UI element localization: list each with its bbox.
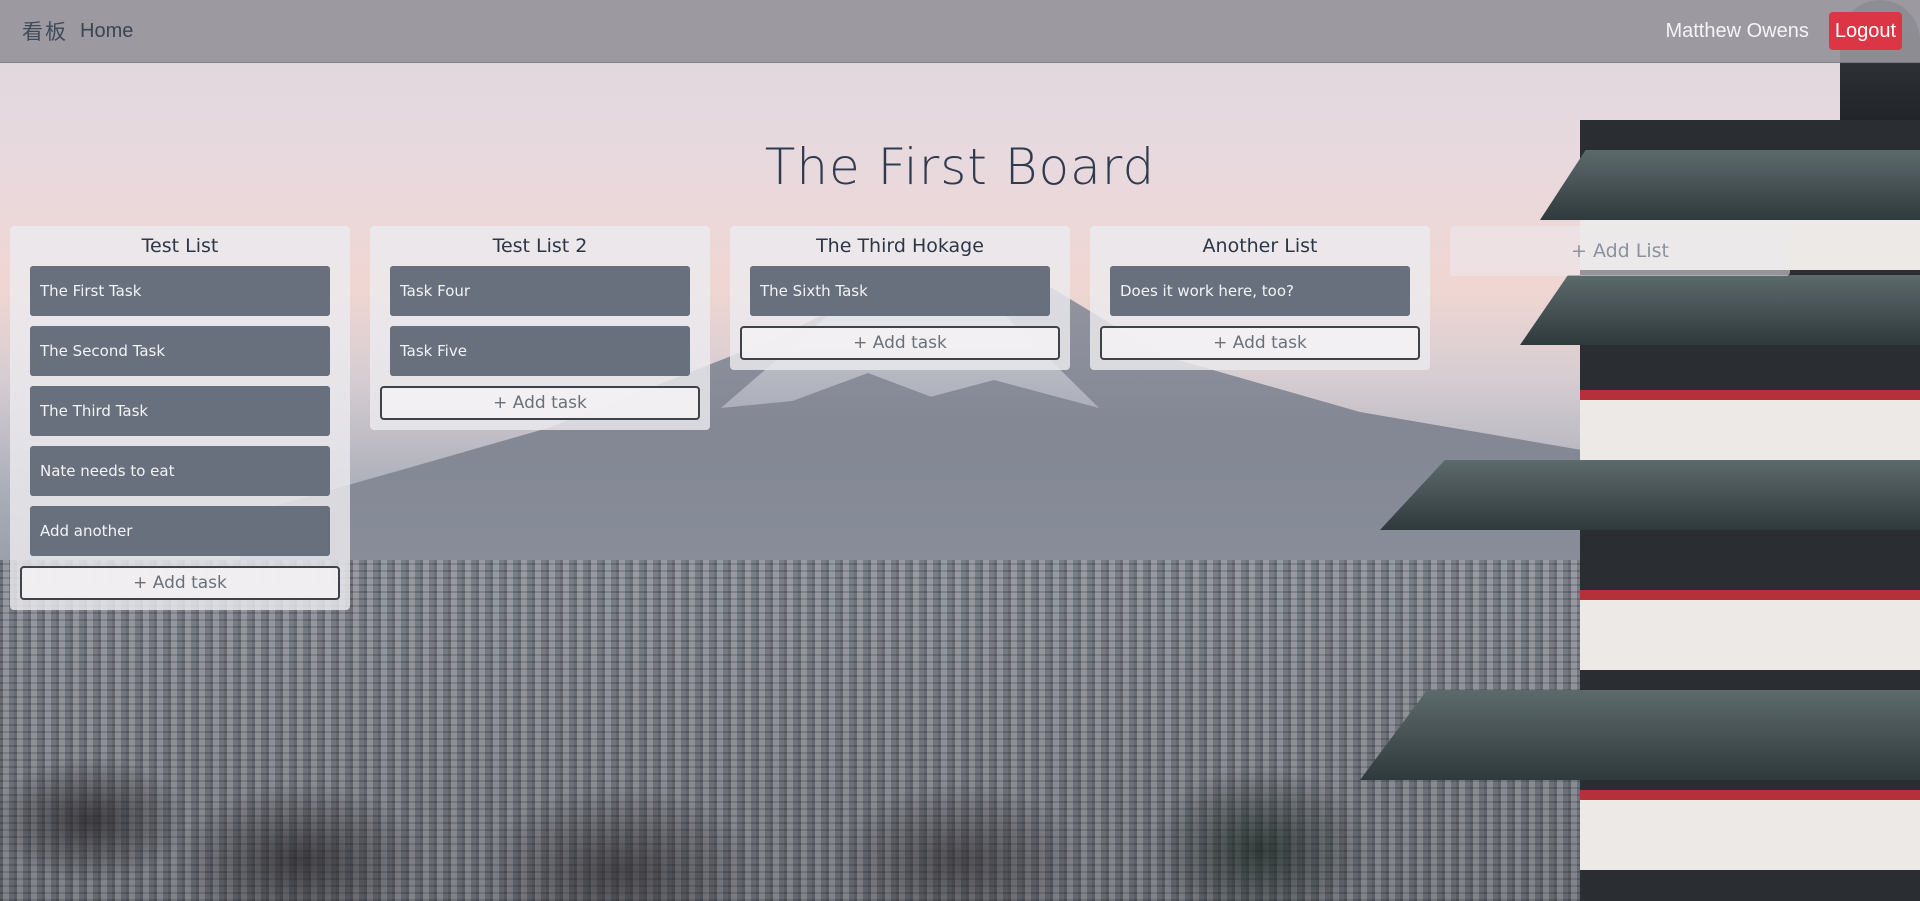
task-label: The Sixth Task (760, 282, 868, 300)
add-task-button[interactable]: + Add task (740, 326, 1060, 360)
task-label: Task Five (400, 342, 467, 360)
list-card: The Third Hokage The Sixth Task + Add ta… (730, 226, 1070, 370)
task-card[interactable]: Task Four (390, 266, 690, 316)
lists-container: Test List The First Task The Second Task… (10, 226, 1790, 610)
task-label: The First Task (40, 282, 142, 300)
add-task-button[interactable]: + Add task (1100, 326, 1420, 360)
home-link[interactable]: 看板 Home (22, 16, 133, 46)
task-label: Add another (40, 522, 133, 540)
list-card: Test List 2 Task Four Task Five + Add ta… (370, 226, 710, 430)
brand-logo: 看板 (22, 20, 68, 44)
add-task-button[interactable]: + Add task (380, 386, 700, 420)
list-card: Test List The First Task The Second Task… (10, 226, 350, 610)
board-title: The First Board (764, 138, 1156, 196)
task-card[interactable]: Add another (30, 506, 330, 556)
task-card[interactable]: Nate needs to eat (30, 446, 330, 496)
list-title: Test List 2 (492, 235, 588, 257)
task-label: The Second Task (40, 342, 166, 360)
list-card: Another List Does it work here, too? + A… (1090, 226, 1430, 370)
add-task-button[interactable]: + Add task (20, 566, 340, 600)
list-title: Another List (1202, 235, 1318, 257)
navbar: 看板 Home Matthew Owens Logout (0, 0, 1920, 63)
task-card[interactable]: Task Five (390, 326, 690, 376)
task-card[interactable]: Does it work here, too? (1110, 266, 1410, 316)
task-card[interactable]: The Second Task (30, 326, 330, 376)
list-title: Test List (141, 235, 219, 257)
home-label: Home (80, 19, 134, 42)
task-card[interactable]: The Third Task (30, 386, 330, 436)
add-list-button[interactable]: + Add List (1450, 226, 1790, 276)
list-title: The Third Hokage (816, 235, 984, 257)
task-card[interactable]: The First Task (30, 266, 330, 316)
task-label: Does it work here, too? (1120, 282, 1294, 300)
task-label: Task Four (400, 282, 471, 300)
task-label: Nate needs to eat (40, 462, 175, 480)
user-name: Matthew Owens (1665, 19, 1809, 42)
task-label: The Third Task (40, 402, 149, 420)
logout-button[interactable]: Logout (1828, 12, 1902, 50)
task-card[interactable]: The Sixth Task (750, 266, 1050, 316)
